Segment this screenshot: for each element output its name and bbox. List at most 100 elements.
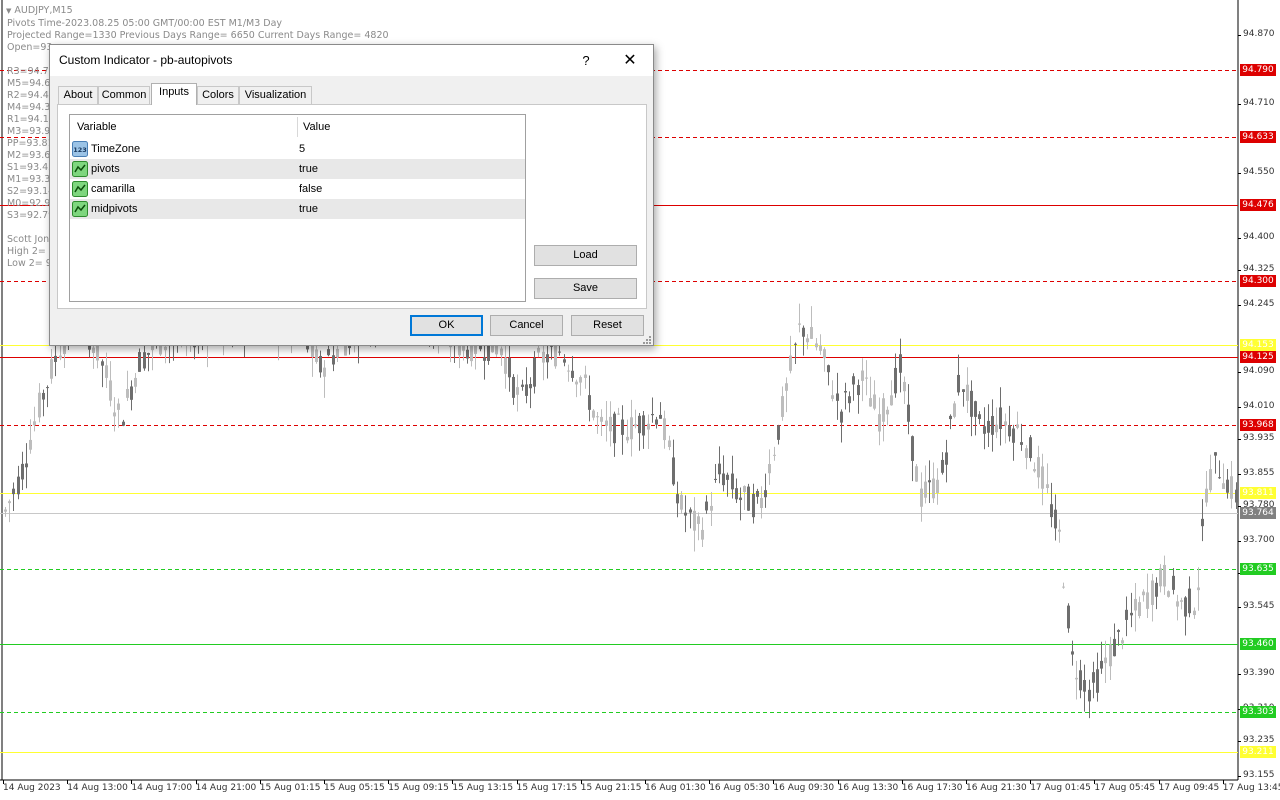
help-button[interactable]: ? <box>574 45 598 76</box>
price-level-label: 94.153 <box>1240 339 1276 351</box>
symbol-label: ▼ AUDJPY,M15 <box>6 5 73 17</box>
candle-body <box>789 355 792 371</box>
candle-body <box>1075 677 1078 680</box>
candle-body <box>537 347 540 353</box>
candle-body <box>1071 651 1074 655</box>
candle-body <box>722 473 725 486</box>
candle-body <box>831 395 834 399</box>
reset-button[interactable]: Reset <box>571 315 644 336</box>
candle-body <box>1096 669 1099 693</box>
candle-body <box>873 394 876 409</box>
candle-body <box>1209 469 1212 491</box>
input-value[interactable]: true <box>299 159 318 179</box>
tab-colors[interactable]: Colors <box>197 86 239 104</box>
candle-body <box>1167 591 1170 597</box>
price-level-label: 93.460 <box>1240 638 1276 650</box>
input-row-midpivots[interactable]: midpivots true <box>70 199 525 219</box>
candle-body <box>1163 564 1166 587</box>
price-tick-label: 94.710 <box>1243 98 1275 109</box>
candle-body <box>609 416 612 432</box>
candle-body <box>663 418 666 441</box>
candle-body <box>1100 660 1103 669</box>
candle-body <box>1125 609 1128 620</box>
candle-body <box>911 436 914 461</box>
candle-body <box>1062 586 1065 588</box>
resize-grip-icon[interactable] <box>642 335 652 345</box>
value-column-header[interactable]: Value <box>303 115 330 139</box>
candle-body <box>1004 421 1007 426</box>
close-icon[interactable]: ✕ <box>615 45 645 76</box>
price-tick-label: 94.400 <box>1243 232 1275 243</box>
candle-body <box>508 357 511 378</box>
candle-body <box>466 349 469 359</box>
dialog-titlebar[interactable]: Custom Indicator - pb-autopivots ? ✕ <box>50 45 653 76</box>
pivot-level-text: R3=94.78 <box>7 66 55 77</box>
candle-body <box>1033 469 1036 472</box>
candle-body <box>1218 477 1221 479</box>
candle-body <box>852 376 855 385</box>
candle-body <box>1020 442 1023 445</box>
time-tick-label: 16 Aug 05:30 <box>709 783 770 793</box>
candle-body <box>50 359 53 379</box>
candle-body <box>1222 483 1225 490</box>
tab-inputs[interactable]: Inputs <box>151 83 197 105</box>
input-value[interactable]: false <box>299 179 322 199</box>
candle-body <box>29 439 32 450</box>
ok-button[interactable]: OK <box>410 315 483 336</box>
candle-body <box>1235 489 1238 503</box>
input-value[interactable]: 5 <box>299 139 305 159</box>
candle-body <box>987 420 990 433</box>
candle-body <box>558 351 561 353</box>
candle-body <box>113 412 116 417</box>
price-level-label: 93.811 <box>1240 487 1276 499</box>
candle-body <box>1050 504 1053 518</box>
candle-body <box>697 516 700 524</box>
candle-body <box>1083 680 1086 692</box>
candle-body <box>844 390 847 393</box>
candle-body <box>105 365 108 378</box>
candle-body <box>147 352 150 355</box>
candle-body <box>554 343 557 367</box>
candle-body <box>970 390 973 417</box>
tab-visualization[interactable]: Visualization <box>239 86 312 104</box>
candle-body <box>617 413 620 415</box>
input-name: pivots <box>91 163 120 175</box>
save-button[interactable]: Save <box>534 278 637 299</box>
load-button[interactable]: Load <box>534 245 637 266</box>
candle-body <box>21 463 24 480</box>
candle-body <box>718 463 721 475</box>
price-level-label: 94.300 <box>1240 275 1276 287</box>
input-row-pivots[interactable]: pivots true <box>70 159 525 179</box>
candle-body <box>46 387 49 389</box>
custom-indicator-dialog: Custom Indicator - pb-autopivots ? ✕ Abo… <box>49 44 654 346</box>
candle-body <box>1012 428 1015 443</box>
variable-column-header[interactable]: Variable <box>77 115 117 139</box>
candle-body <box>109 380 112 401</box>
candle-body <box>1029 437 1032 459</box>
tab-common[interactable]: Common <box>98 86 150 104</box>
time-tick-label: 15 Aug 13:15 <box>452 783 514 793</box>
candle-body <box>915 466 918 482</box>
input-row-timezone[interactable]: 123 TimeZone 5 <box>70 139 525 159</box>
collapse-triangle-icon[interactable]: ▼ <box>6 7 11 15</box>
candle-body <box>651 413 654 416</box>
candle-body <box>974 401 977 417</box>
candle-body <box>122 421 125 426</box>
candle-body <box>710 505 713 511</box>
candle-body <box>319 355 322 373</box>
price-tick-label: 93.235 <box>1243 735 1275 746</box>
inputs-panel: Variable Value 123 TimeZone 5 pivots tru… <box>57 104 647 309</box>
inputs-grid: Variable Value 123 TimeZone 5 pivots tru… <box>69 114 526 302</box>
input-value[interactable]: true <box>299 199 318 219</box>
input-row-camarilla[interactable]: camarilla false <box>70 179 525 199</box>
candle-body <box>857 385 860 396</box>
candle-body <box>680 494 683 510</box>
candle-body <box>575 381 578 385</box>
candle-body <box>1041 466 1044 489</box>
tab-about[interactable]: About <box>58 86 98 104</box>
candle-body <box>8 501 11 504</box>
column-separator[interactable] <box>297 117 298 137</box>
time-tick-label: 16 Aug 01:30 <box>645 783 706 793</box>
extra-info-line: High 2= 9 <box>7 246 55 257</box>
cancel-button[interactable]: Cancel <box>490 315 563 336</box>
